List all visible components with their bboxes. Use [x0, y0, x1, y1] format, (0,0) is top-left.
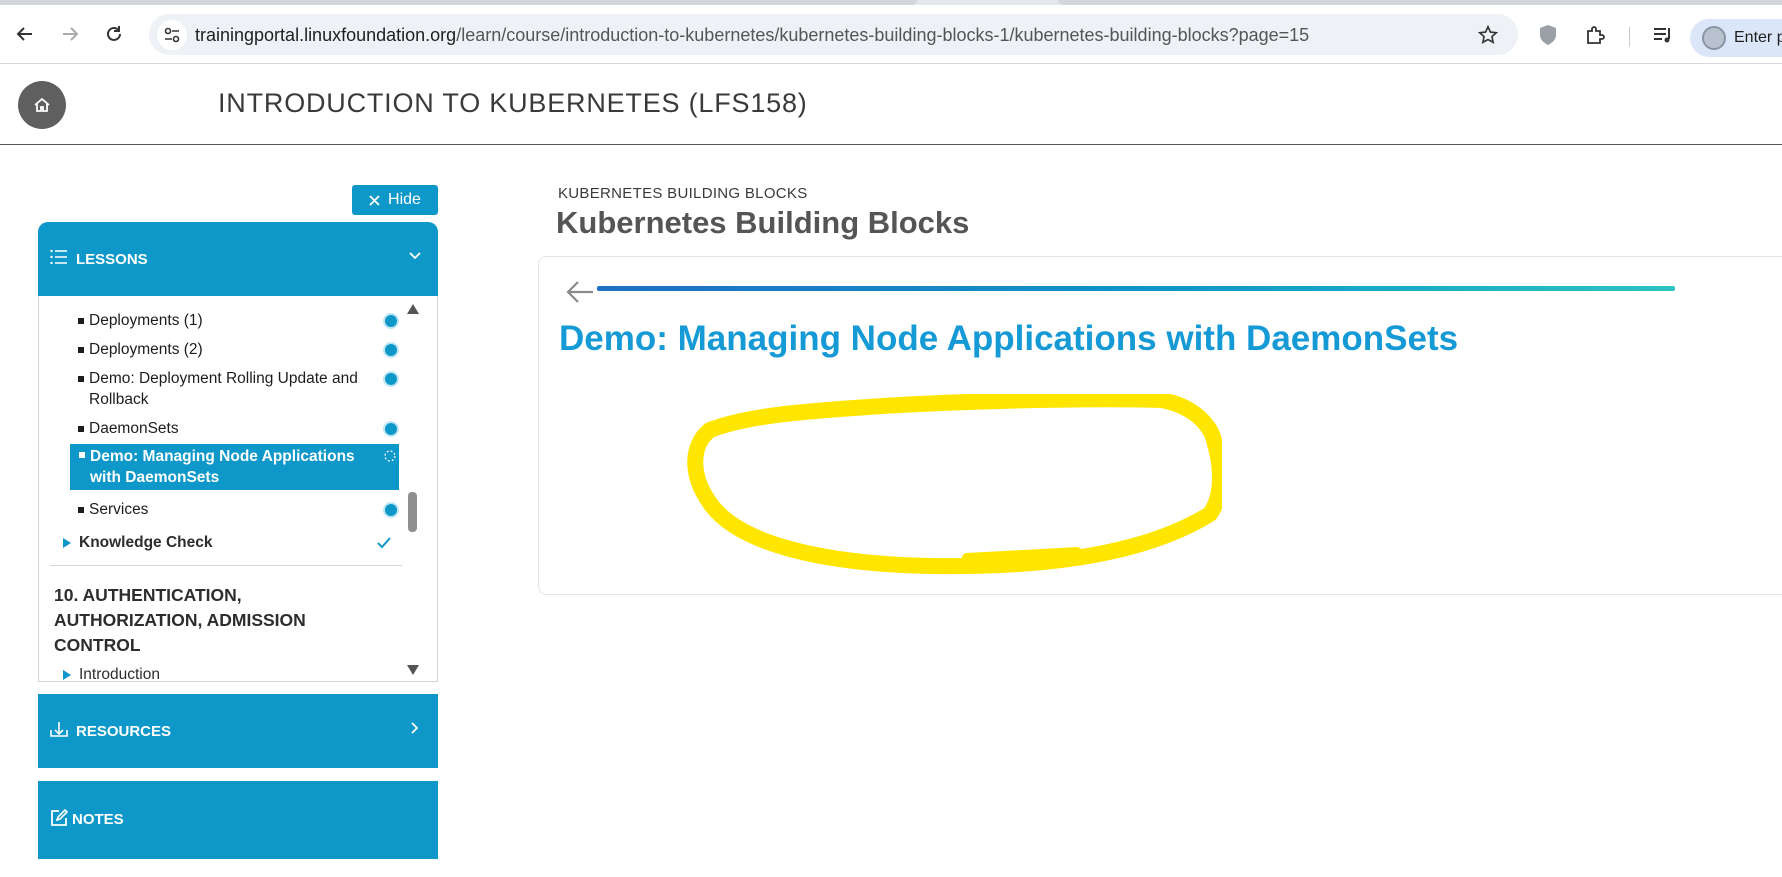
resources-header[interactable]: RESOURCES: [38, 694, 438, 768]
hide-sidebar-button[interactable]: Hide: [352, 185, 438, 215]
bookmark-star-icon[interactable]: [1476, 23, 1500, 47]
media-controls-icon[interactable]: [1650, 22, 1676, 48]
lesson-item-daemonsets[interactable]: DaemonSets: [69, 418, 397, 440]
site-settings-icon[interactable]: [157, 20, 187, 50]
section-title[interactable]: 10. AUTHENTICATION, AUTHORIZATION, ADMIS…: [54, 583, 354, 658]
scroll-thumb[interactable]: [408, 492, 417, 532]
edit-note-icon: [50, 808, 69, 831]
address-bar[interactable]: trainingportal.linuxfoundation.org/learn…: [149, 14, 1518, 55]
site-header: INTRODUCTION TO KUBERNETES (LFS158): [0, 64, 1782, 145]
checkmark-icon: [377, 537, 391, 549]
expand-triangle-icon: [63, 670, 71, 680]
lesson-item-label: Services: [89, 501, 149, 518]
completed-status-icon: [385, 344, 397, 356]
puzzle-extensions-icon[interactable]: [1583, 22, 1609, 48]
previous-page-arrow-icon[interactable]: [565, 279, 595, 305]
close-icon: [369, 194, 380, 206]
completed-status-icon: [385, 373, 397, 385]
page-title: Kubernetes Building Blocks: [556, 205, 970, 240]
resources-label: RESOURCES: [76, 723, 172, 740]
bullet: [79, 452, 85, 458]
bullet: [78, 318, 84, 324]
section-item-label: Introduction: [79, 666, 160, 682]
lesson-item-label: Demo: Deployment Rolling Update and Roll…: [89, 370, 358, 408]
reload-button[interactable]: [99, 19, 129, 49]
course-title: INTRODUCTION TO KUBERNETES (LFS158): [218, 88, 808, 118]
reload-icon: [107, 26, 121, 41]
notes-label: NOTES: [72, 811, 124, 828]
back-button[interactable]: [10, 19, 40, 49]
lesson-item-services[interactable]: Services: [69, 499, 397, 521]
lessons-header[interactable]: LESSONS: [38, 222, 438, 296]
home-button[interactable]: [18, 81, 66, 129]
scroll-down-arrow[interactable]: [407, 665, 419, 675]
profile-button[interactable]: Enter p: [1690, 19, 1782, 57]
lessons-label: LESSONS: [76, 251, 148, 268]
profile-avatar: [1702, 26, 1726, 50]
chevron-right-icon: [408, 721, 422, 739]
browser-toolbar: trainingportal.linuxfoundation.org/learn…: [0, 5, 1782, 64]
url-text[interactable]: trainingportal.linuxfoundation.org/learn…: [195, 25, 1309, 46]
lesson-item-label: Deployments (2): [89, 341, 203, 358]
lesson-item-label: Deployments (1): [89, 312, 203, 329]
forward-button[interactable]: [55, 19, 85, 49]
hide-label: Hide: [388, 191, 421, 208]
in-progress-status-icon: [384, 450, 396, 462]
bullet: [78, 507, 84, 513]
shield-extension-icon[interactable]: [1535, 22, 1561, 48]
notes-header[interactable]: NOTES: [38, 781, 438, 859]
bullet: [78, 426, 84, 432]
completed-status-icon: [385, 504, 397, 516]
slide-title: Demo: Managing Node Applications with Da…: [559, 319, 1459, 358]
bullet: [78, 376, 84, 382]
lesson-item-demo-rolling-update[interactable]: Demo: Deployment Rolling Update and Roll…: [69, 368, 397, 412]
forward-arrow-icon: [63, 27, 79, 41]
yellow-highlight-scribble: [687, 394, 1222, 575]
lesson-item-deployments-1[interactable]: Deployments (1): [69, 310, 397, 332]
lesson-item-label: Demo: Managing Node Applications with Da…: [90, 448, 355, 486]
lessons-list: Deployments (1) Deployments (2) Demo: De…: [38, 296, 438, 682]
completed-status-icon: [385, 423, 397, 435]
home-icon: [34, 97, 50, 112]
lesson-item-label: DaemonSets: [89, 420, 179, 437]
breadcrumb: KUBERNETES BUILDING BLOCKS: [558, 185, 808, 202]
url-path: /learn/course/introduction-to-kubernetes…: [456, 25, 1310, 45]
toolbar-separator: [1629, 27, 1630, 47]
inbox-download-icon: [50, 721, 68, 741]
slide-progress-bar: [597, 286, 1675, 291]
lesson-item-deployments-2[interactable]: Deployments (2): [69, 339, 397, 361]
lesson-item-demo-daemonsets-active[interactable]: Demo: Managing Node Applications with Da…: [70, 444, 399, 490]
knowledge-check-label: Knowledge Check: [79, 534, 213, 551]
list-icon: [50, 249, 68, 269]
expand-triangle-icon: [63, 538, 71, 548]
completed-status-icon: [385, 315, 397, 327]
chevron-down-icon: [408, 249, 422, 267]
url-host: trainingportal.linuxfoundation.org: [195, 25, 457, 45]
profile-label: Enter p: [1734, 29, 1782, 46]
section-divider: [50, 565, 402, 566]
scroll-up-arrow[interactable]: [407, 304, 419, 314]
back-arrow-icon: [16, 27, 32, 41]
bullet: [78, 347, 84, 353]
lessons-scrollbar[interactable]: [405, 304, 421, 676]
